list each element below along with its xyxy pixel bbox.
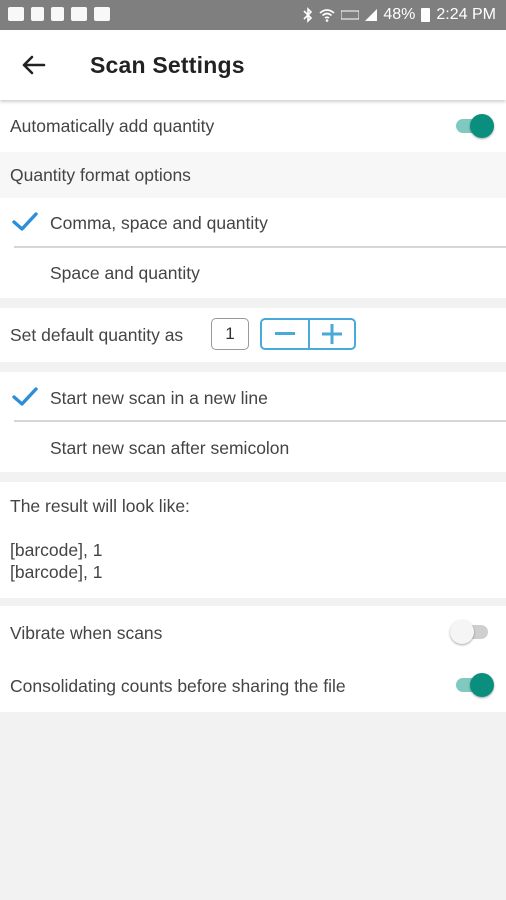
result-line: [barcode], 1 <box>10 562 103 582</box>
quantity-format-options: Comma, space and quantity Space and quan… <box>0 198 506 298</box>
page-title: Scan Settings <box>90 52 245 78</box>
option-space-quantity[interactable]: Space and quantity <box>0 248 506 296</box>
default-quantity-row: Set default quantity as 1 <box>0 308 506 362</box>
result-line: [barcode], 1 <box>10 540 103 560</box>
option-comma-space-quantity[interactable]: Comma, space and quantity <box>0 198 506 246</box>
missed-call-icon <box>31 7 44 21</box>
consolidate-row[interactable]: Consolidating counts before sharing the … <box>0 658 506 712</box>
auto-add-row[interactable]: Automatically add quantity <box>0 100 506 152</box>
app-bar: Scan Settings <box>0 30 506 100</box>
system-icons: 48% 2:24 PM <box>303 6 496 24</box>
quantity-stepper <box>260 318 356 350</box>
minus-icon <box>275 332 295 335</box>
checkmark-icon <box>12 387 38 406</box>
default-quantity-label: Set default quantity as <box>10 325 184 345</box>
sim-icon <box>51 7 64 21</box>
result-preview: The result will look like: [barcode], 1 … <box>0 482 506 598</box>
option-label: Start new scan in a new line <box>50 388 268 408</box>
quantity-input[interactable]: 1 <box>211 318 249 350</box>
option-label: Start new scan after semicolon <box>50 438 290 458</box>
plus-icon <box>322 324 342 344</box>
wifi-icon <box>319 9 335 22</box>
vibrate-label: Vibrate when scans <box>10 623 163 643</box>
image-icon <box>71 7 87 21</box>
option-after-semicolon[interactable]: Start new scan after semicolon <box>0 422 506 470</box>
quantity-format-title: Quantity format options <box>10 165 191 185</box>
vibrate-toggle[interactable] <box>450 620 492 644</box>
signal-icon <box>365 9 378 21</box>
option-new-line[interactable]: Start new scan in a new line <box>0 372 506 420</box>
option-label: Comma, space and quantity <box>50 213 268 233</box>
decrement-button[interactable] <box>262 320 308 348</box>
result-header: The result will look like: <box>10 496 190 516</box>
back-button[interactable] <box>18 50 52 80</box>
vibrate-row[interactable]: Vibrate when scans <box>0 606 506 658</box>
youtube-icon <box>94 7 110 21</box>
mail-icon <box>8 7 24 21</box>
auto-add-label: Automatically add quantity <box>10 116 215 136</box>
scan-line-options: Start new scan in a new line Start new s… <box>0 372 506 472</box>
auto-add-toggle[interactable] <box>452 114 494 138</box>
battery-icon <box>421 8 431 22</box>
option-label: Space and quantity <box>50 263 200 283</box>
quantity-format-header: Quantity format options <box>0 152 506 198</box>
clock: 2:24 PM <box>436 6 496 23</box>
notification-icons <box>8 7 110 21</box>
consolidate-label: Consolidating counts before sharing the … <box>10 676 346 696</box>
consolidate-toggle[interactable] <box>452 673 494 697</box>
arrow-left-icon <box>22 55 46 75</box>
checkmark-icon <box>12 212 38 231</box>
increment-button[interactable] <box>308 320 354 348</box>
bluetooth-icon <box>303 7 313 23</box>
status-bar: 48% 2:24 PM <box>0 0 506 30</box>
battery-percent: 48% <box>383 6 416 23</box>
lte-icon <box>341 10 360 20</box>
